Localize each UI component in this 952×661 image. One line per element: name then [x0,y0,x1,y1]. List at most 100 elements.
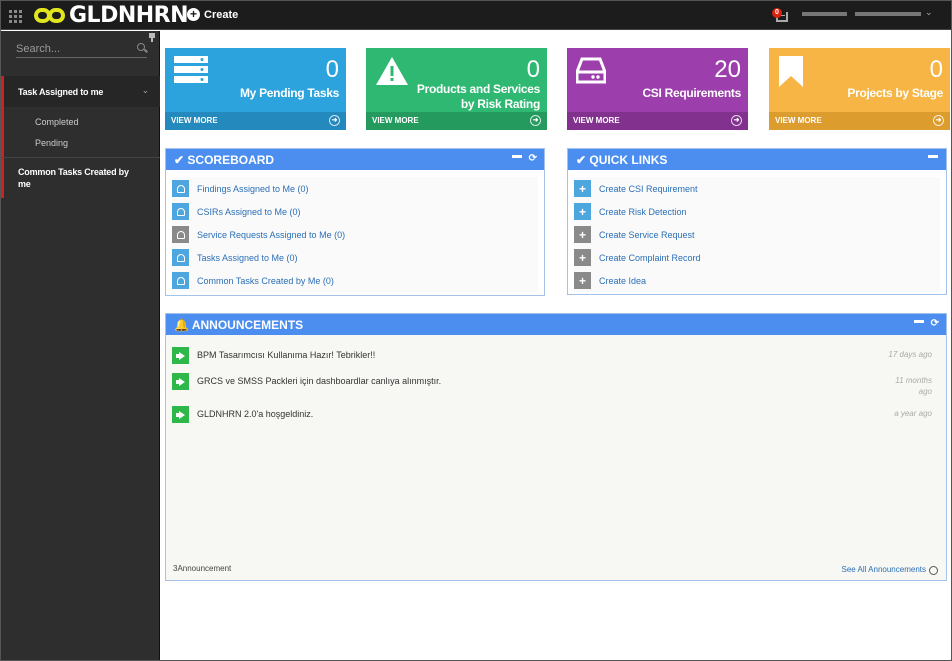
scoreboard-link[interactable]: Common Tasks Created by Me (0) [197,276,334,286]
announcement-time: 17 days ago [888,350,932,359]
tile-value: 0 [929,56,943,83]
quick-link[interactable]: Create CSI Requirement [599,184,698,194]
sidebar-subitem-label: Pending [35,138,69,148]
sidebar: Task Assigned to me ⌄ Completed Pending … [1,31,160,660]
sidebar-item-common-tasks[interactable]: Common Tasks Created by me [1,158,160,198]
plus-icon: + [574,226,591,243]
plus-circle-icon: + [187,8,200,21]
pin-icon[interactable] [148,33,156,42]
create-label: Create [204,8,239,21]
apps-grid-icon[interactable] [9,10,22,23]
user-info-placeholder [802,12,847,16]
collapse-icon[interactable]: ▬ [512,150,522,161]
quick-links-panel: ✔ QUICK LINKS ▬ + Create CSI Requirement … [567,148,947,295]
quick-link[interactable]: Create Service Request [599,230,695,240]
bookmark-icon [779,56,803,87]
tile-label: Projects by Stage [847,86,943,100]
view-more-label: VIEW MORE [171,116,218,125]
quick-links-title: QUICK LINKS [589,153,668,167]
tile-footer-view-more[interactable]: VIEW MORE ➜ [769,112,950,130]
quick-link[interactable]: Create Idea [599,276,646,286]
search-input[interactable] [16,41,126,57]
quick-links-list: + Create CSI Requirement + Create Risk Det… [574,177,940,292]
sidebar-subitem-pending[interactable]: Pending [1,128,160,158]
collapse-icon[interactable]: ▬ [928,150,938,161]
announcement-text[interactable]: BPM Tasarımcısı Kullanıma Hazır! Tebrikl… [197,347,375,360]
chevron-down-icon[interactable]: ⌄ [925,7,933,18]
tile-value: 0 [325,56,339,83]
list-item[interactable]: + Create Risk Detection [574,200,940,223]
quick-links-header: ✔ QUICK LINKS ▬ [568,149,946,170]
bell-icon [172,249,189,266]
refresh-icon[interactable]: ⟳ [529,153,537,164]
list-item[interactable]: GLDNHRN 2.0'a hoşgeldiniz. a year ago [172,402,940,428]
list-item[interactable]: + Create Complaint Record [574,246,940,269]
announcements-title: ANNOUNCEMENTS [191,318,304,332]
scoreboard-link[interactable]: CSIRs Assigned to Me (0) [197,207,301,217]
see-all-announcements-link[interactable]: See All Announcements [841,564,938,575]
scoreboard-header: ✔ SCOREBOARD ▬ ⟳ [166,149,544,170]
scoreboard-link[interactable]: Tasks Assigned to Me (0) [197,253,298,263]
search-icon[interactable] [137,43,145,51]
sidebar-item-task-assigned[interactable]: Task Assigned to me ⌄ [1,76,160,107]
check-icon: ✔ [576,153,587,167]
tile-footer-view-more[interactable]: VIEW MORE ➜ [567,112,748,130]
quick-link[interactable]: Create Risk Detection [599,207,687,217]
list-item[interactable]: Findings Assigned to Me (0) [172,177,538,200]
chevron-down-icon[interactable]: ⌄ [142,85,150,96]
list-item[interactable]: + Create CSI Requirement [574,177,940,200]
tile-label: CSI Requirements [642,86,741,100]
announcements-header: 🔔 ANNOUNCEMENTS ▬ ⟳ [166,314,946,335]
bell-icon [172,203,189,220]
plus-icon: + [574,180,591,197]
megaphone-icon [172,373,189,390]
list-item[interactable]: Service Requests Assigned to Me (0) [172,223,538,246]
announcement-time: a year ago [894,409,932,418]
list-item[interactable]: + Create Idea [574,269,940,292]
check-icon: ✔ [174,153,185,167]
notification-badge: 0 [772,8,782,18]
bell-icon [172,180,189,197]
logo-mark-icon [34,6,66,24]
user-name-placeholder[interactable] [855,12,921,16]
create-button[interactable]: + Create [187,8,238,21]
announcement-text[interactable]: GRCS ve SMSS Packleri için dashboardlar … [197,373,441,386]
tile-csi-requirements[interactable]: 20 CSI Requirements VIEW MORE ➜ [567,48,748,130]
list-item[interactable]: CSIRs Assigned to Me (0) [172,200,538,223]
sidebar-search [16,41,147,58]
logo[interactable]: GLDNHRN [34,3,189,28]
list-item[interactable]: Tasks Assigned to Me (0) [172,246,538,269]
scoreboard-link[interactable]: Service Requests Assigned to Me (0) [197,230,345,240]
quick-link[interactable]: Create Complaint Record [599,253,701,263]
announcements-list: BPM Tasarımcısı Kullanıma Hazır! Tebrikl… [172,343,940,428]
refresh-icon[interactable]: ⟳ [931,318,939,329]
announcement-text[interactable]: GLDNHRN 2.0'a hoşgeldiniz. [197,406,313,419]
list-item[interactable]: + Create Service Request [574,223,940,246]
tile-value: 20 [714,56,741,83]
sidebar-subitem-completed[interactable]: Completed [1,107,160,128]
arrow-circle-icon [929,566,938,575]
plus-icon: + [574,249,591,266]
tile-products-services-risk[interactable]: 0 Products and Services by Risk Rating V… [366,48,547,130]
notifications-button[interactable]: 0 [772,8,790,24]
tile-projects-by-stage[interactable]: 0 Projects by Stage VIEW MORE ➜ [769,48,950,130]
scoreboard-link[interactable]: Findings Assigned to Me (0) [197,184,309,194]
arrow-circle-icon: ➜ [530,115,541,126]
list-item[interactable]: Common Tasks Created by Me (0) [172,269,538,292]
announcement-time: 11 months ago [895,376,932,396]
warning-icon [376,57,408,85]
list-item[interactable]: GRCS ve SMSS Packleri için dashboardlar … [172,369,940,402]
announcements-panel: 🔔 ANNOUNCEMENTS ▬ ⟳ BPM Tasarımcısı Kull… [165,313,947,581]
megaphone-icon [172,347,189,364]
hard-drive-icon [576,57,606,84]
sidebar-subitem-label: Completed [35,117,79,127]
sidebar-item-label: Task Assigned to me [18,87,104,97]
tile-footer-view-more[interactable]: VIEW MORE ➜ [165,112,346,130]
list-item[interactable]: BPM Tasarımcısı Kullanıma Hazır! Tebrikl… [172,343,940,369]
bell-icon: 🔔 [174,318,189,332]
collapse-icon[interactable]: ▬ [914,315,924,326]
tile-footer-view-more[interactable]: VIEW MORE ➜ [366,112,547,130]
tile-label: Products and Services by Risk Rating [416,82,540,111]
arrow-circle-icon: ➜ [329,115,340,126]
tile-my-pending-tasks[interactable]: 0 My Pending Tasks VIEW MORE ➜ [165,48,346,130]
